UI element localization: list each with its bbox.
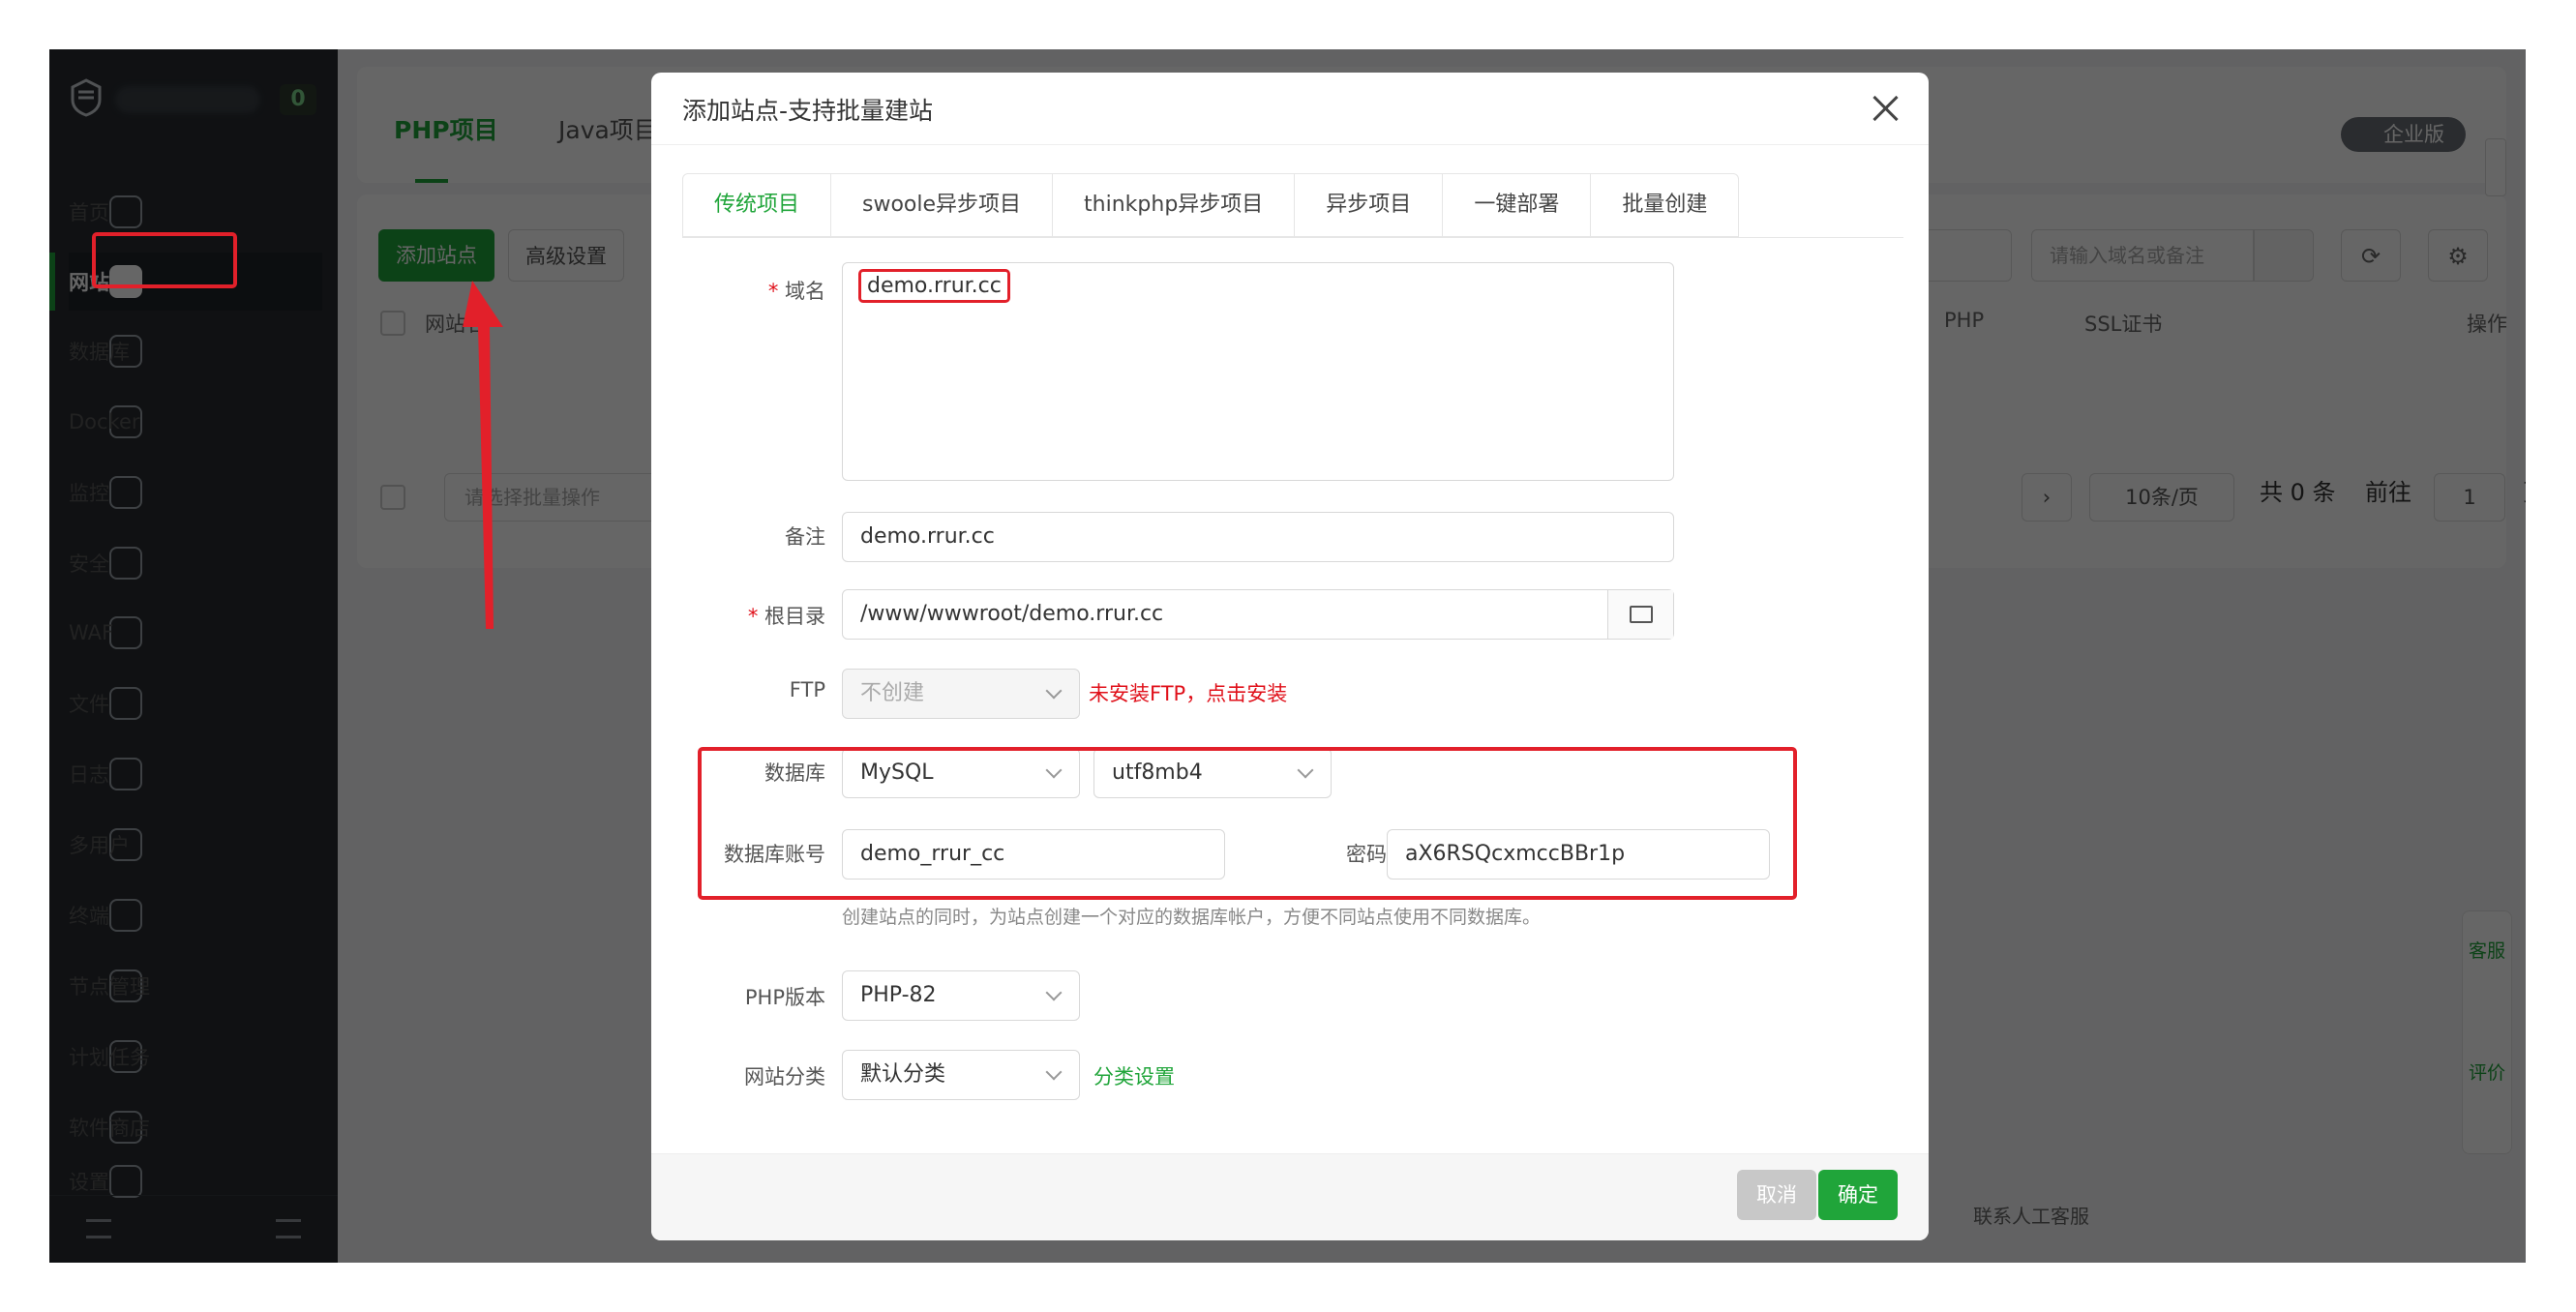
folder-icon [1630, 606, 1653, 623]
review-button[interactable]: 评价 [2463, 1033, 2511, 1155]
page-number-input[interactable]: 1 [2434, 473, 2505, 522]
sidebar-item-docker[interactable]: Docker [69, 393, 322, 451]
customer-service-button[interactable]: 客服 [2463, 911, 2511, 1033]
advanced-settings-button[interactable]: 高级设置 [508, 229, 624, 282]
sidebar-footer [49, 1195, 338, 1263]
ftp-label: FTP [789, 678, 825, 701]
sidebar-item-waf[interactable]: WAF [69, 604, 322, 662]
log-icon [109, 758, 142, 790]
sidebar-item-users[interactable]: 多用户 [69, 816, 322, 874]
home-icon [109, 195, 142, 228]
tab-async[interactable]: 异步项目 [1295, 174, 1444, 236]
logo-icon [71, 78, 102, 117]
notification-badge[interactable]: 0 [280, 84, 316, 115]
tab-one-click[interactable]: 一键部署 [1443, 174, 1592, 236]
settings-icon [109, 1165, 142, 1198]
collapse-icon[interactable] [86, 1219, 111, 1238]
sidebar-header: 0 [49, 49, 338, 144]
domain-value: demo.rrur.cc [858, 269, 1010, 303]
waf-icon [109, 616, 142, 649]
tab-php-project[interactable]: PHP项目 [394, 111, 498, 146]
contact-support-link[interactable]: 联系人工客服 [1973, 1201, 2089, 1229]
domain-label: * 域名 [767, 280, 825, 303]
scroll-handle[interactable] [2485, 138, 2506, 196]
row-checkbox[interactable] [380, 485, 405, 510]
col-php: PHP [1944, 309, 1985, 332]
tab-traditional[interactable]: 传统项目 [683, 174, 832, 236]
domain-textarea[interactable]: demo.rrur.cc [842, 262, 1674, 481]
folder-icon [109, 687, 142, 720]
search-icon[interactable] [2254, 229, 2314, 282]
sidebar-item-terminal[interactable]: 终端 [69, 886, 322, 944]
php-version-select[interactable]: PHP-82 [842, 970, 1080, 1021]
root-dir-value: /www/wwwroot/demo.rrur.cc [860, 602, 1164, 626]
gear-icon[interactable]: ⚙ [2428, 229, 2488, 282]
sidebar-item-database[interactable]: 数据库 [69, 322, 322, 380]
arrow-annotation [463, 281, 503, 629]
add-site-button[interactable]: 添加站点 [378, 229, 494, 282]
goto-label: 前往 [2365, 479, 2411, 506]
select-all-checkbox[interactable] [380, 311, 405, 336]
col-ssl[interactable]: SSL证书 [2084, 309, 2162, 338]
tab-swoole[interactable]: swoole异步项目 [831, 174, 1054, 236]
close-icon[interactable] [1869, 92, 1902, 125]
cancel-button[interactable]: 取消 [1737, 1170, 1816, 1220]
active-tab-underline [415, 179, 448, 183]
server-name-blurred [115, 86, 260, 113]
dialog-footer: 取消 确定 [651, 1153, 1929, 1240]
monitor-icon [109, 476, 142, 509]
remark-label: 备注 [785, 525, 825, 549]
col-operations: 操作 [2467, 313, 2507, 336]
root-dir-label: * 根目录 [747, 605, 825, 628]
category-label: 网站分类 [744, 1065, 825, 1088]
sidebar-item-monitor[interactable]: 监控 [69, 463, 322, 522]
category-settings-link[interactable]: 分类设置 [1093, 1061, 1175, 1090]
browse-folder-button[interactable] [1607, 590, 1673, 639]
page-unit: 页 [2523, 473, 2526, 507]
shield-icon [109, 547, 142, 580]
sidebar-item-store[interactable]: 软件商店 [69, 1098, 322, 1156]
remark-input[interactable]: demo.rrur.cc [842, 512, 1674, 562]
category-select[interactable]: 默认分类 [842, 1050, 1080, 1100]
tab-batch-create[interactable]: 批量创建 [1591, 174, 1738, 236]
highlight-website-menu [92, 232, 237, 288]
page-size-select[interactable]: 10条/页 [2089, 473, 2234, 522]
tab-thinkphp[interactable]: thinkphp异步项目 [1053, 174, 1296, 236]
sidebar-item-cron[interactable]: 计划任务 [69, 1028, 322, 1086]
sidebar-item-logs[interactable]: 日志 [69, 745, 322, 803]
tab-java-project[interactable]: Java项目 [558, 111, 658, 146]
terminal-icon [109, 899, 142, 932]
ftp-install-link[interactable]: 未安装FTP，点击安装 [1089, 678, 1287, 707]
sidebar-item-files[interactable]: 文件 [69, 674, 322, 732]
total-count: 共 0 条 [2260, 479, 2336, 506]
php-version-label: PHP版本 [744, 986, 825, 1009]
side-float-panel: 客服 评价 [2462, 910, 2512, 1154]
enterprise-badge[interactable]: 企业版 [2341, 117, 2466, 152]
project-type-tabs: 传统项目 swoole异步项目 thinkphp异步项目 异步项目 一键部署 批… [682, 173, 1740, 237]
refresh-icon[interactable]: ⟳ [2341, 229, 2401, 282]
next-page-button[interactable]: › [2022, 473, 2072, 522]
dialog-title: 添加站点-支持批量建站 [682, 97, 934, 125]
confirm-button[interactable]: 确定 [1818, 1170, 1898, 1220]
root-dir-input[interactable]: /www/wwwroot/demo.rrur.cc [842, 589, 1674, 640]
highlight-database-section [698, 747, 1797, 900]
ftp-select[interactable]: 不创建 [842, 669, 1080, 719]
add-site-dialog: 添加站点-支持批量建站 传统项目 swoole异步项目 thinkphp异步项目… [651, 73, 1929, 1240]
search-input[interactable]: 请输入域名或备注 [2031, 229, 2254, 282]
sidebar-item-nodes[interactable]: 节点管理 [69, 957, 322, 1015]
db-hint-text: 创建站点的同时，为站点创建一个对应的数据库帐户，方便不同站点使用不同数据库。 [842, 907, 1542, 928]
menu-list-icon[interactable] [276, 1219, 301, 1238]
sidebar-item-security[interactable]: 安全 [69, 534, 322, 592]
